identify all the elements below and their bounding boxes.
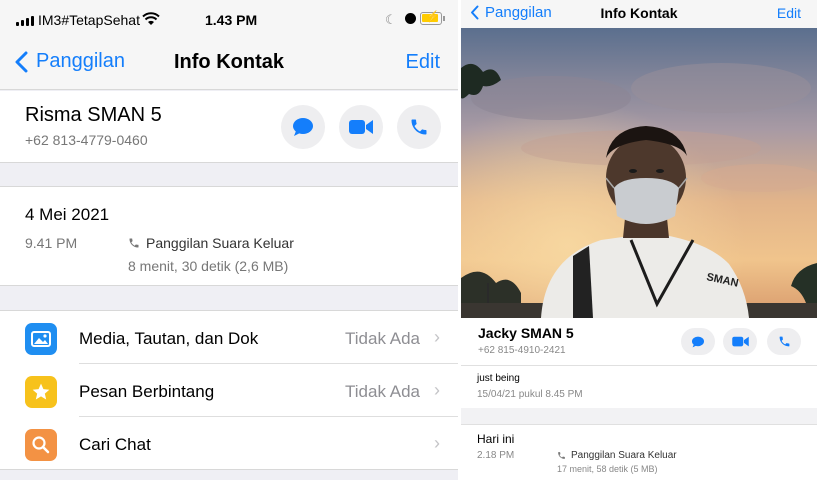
call-type: Panggilan Suara Keluar [128,235,294,251]
page-title: Info Kontak [600,5,678,21]
moon-icon: ☾ [385,12,397,27]
profile-photo[interactable]: SMAN [461,28,817,318]
signal-icon [16,16,34,26]
chevron-right-icon: › [434,433,440,453]
call-type-label: Panggilan Suara Keluar [571,450,677,461]
voice-call-button[interactable] [397,105,441,149]
chevron-right-icon: › [434,327,440,347]
call-duration: 8 menit, 30 detik (2,6 MB) [128,258,289,274]
contact-phone: +62 813-4779-0460 [25,132,148,148]
call-type: Panggilan Suara Keluar [557,450,677,461]
contact-name: Risma SMAN 5 [25,104,162,126]
phone-small-icon [129,238,139,248]
status-bar: IM3#TetapSehat 1.43 PM ☾ ⚡ [0,0,458,40]
menu-item-label: Pesan Berbintang [79,382,215,401]
call-time: 2.18 PM [477,450,515,461]
contact-header: Jacky SMAN 5 +62 815-4910-2421 [461,318,817,366]
alarm-icon [405,13,416,24]
menu-item-value: Tidak Ada [345,329,420,348]
contact-header: Risma SMAN 5 +62 813-4779-0460 [0,91,458,163]
message-icon [692,336,704,347]
menu-item-starred[interactable]: Pesan Berbintang Tidak Ada › [0,364,458,417]
nav-bar: Panggilan Info Kontak Edit [461,0,817,28]
battery-icon: ⚡ [420,11,442,25]
menu-item-media[interactable]: Media, Tautan, dan Dok Tidak Ada › [0,311,458,364]
video-icon [349,120,373,134]
video-call-button[interactable] [723,328,757,355]
call-date: 4 Mei 2021 [25,205,110,224]
contact-name: Jacky SMAN 5 [478,325,574,341]
voice-call-button[interactable] [767,328,801,355]
call-duration: 17 menit, 58 detik (5 MB) [557,464,658,474]
menu-item-value: Tidak Ada [345,382,420,401]
about-section[interactable]: just being 15/04/21 pukul 8.45 PM [461,366,817,408]
search-icon [25,429,57,461]
menu-item-label: Media, Tautan, dan Dok [79,329,259,348]
carrier-name: IM3#TetapSehat [38,12,140,28]
nav-bar: Panggilan Info Kontak Edit [0,40,458,90]
video-icon [731,336,749,347]
about-date: 15/04/21 pukul 8.45 PM [477,389,583,400]
phone-icon [411,119,427,135]
chevron-right-icon: › [434,380,440,400]
video-call-button[interactable] [339,105,383,149]
call-time: 9.41 PM [25,235,78,251]
contact-phone: +62 815-4910-2421 [478,345,566,356]
menu-item-label: Cari Chat [79,435,151,454]
message-button[interactable] [281,105,325,149]
call-history-section: Hari ini 2.18 PM Panggilan Suara Keluar … [461,424,817,480]
right-screen: Panggilan Info Kontak Edit SMAN Jacky SM… [461,0,817,480]
phone-icon [779,336,789,347]
menu-item-search-chat[interactable]: Cari Chat › [0,417,458,470]
call-history-section: 4 Mei 2021 9.41 PM Panggilan Suara Kelua… [0,186,458,286]
call-date: Hari ini [477,432,515,446]
star-icon [25,376,57,408]
edit-button[interactable]: Edit [406,51,440,74]
message-button[interactable] [681,328,715,355]
wifi-icon [142,12,160,25]
contact-menu: Media, Tautan, dan Dok Tidak Ada › Pesan… [0,310,458,470]
status-time: 1.43 PM [205,12,258,28]
edit-button[interactable]: Edit [777,5,801,21]
message-icon [293,118,313,136]
photo-icon [25,323,57,355]
about-text: just being [477,373,520,384]
page-title: Info Kontak [174,51,284,73]
left-screen: IM3#TetapSehat 1.43 PM ☾ ⚡ Panggilan Inf… [0,0,458,480]
phone-small-icon [558,452,565,459]
call-type-label: Panggilan Suara Keluar [146,235,294,251]
